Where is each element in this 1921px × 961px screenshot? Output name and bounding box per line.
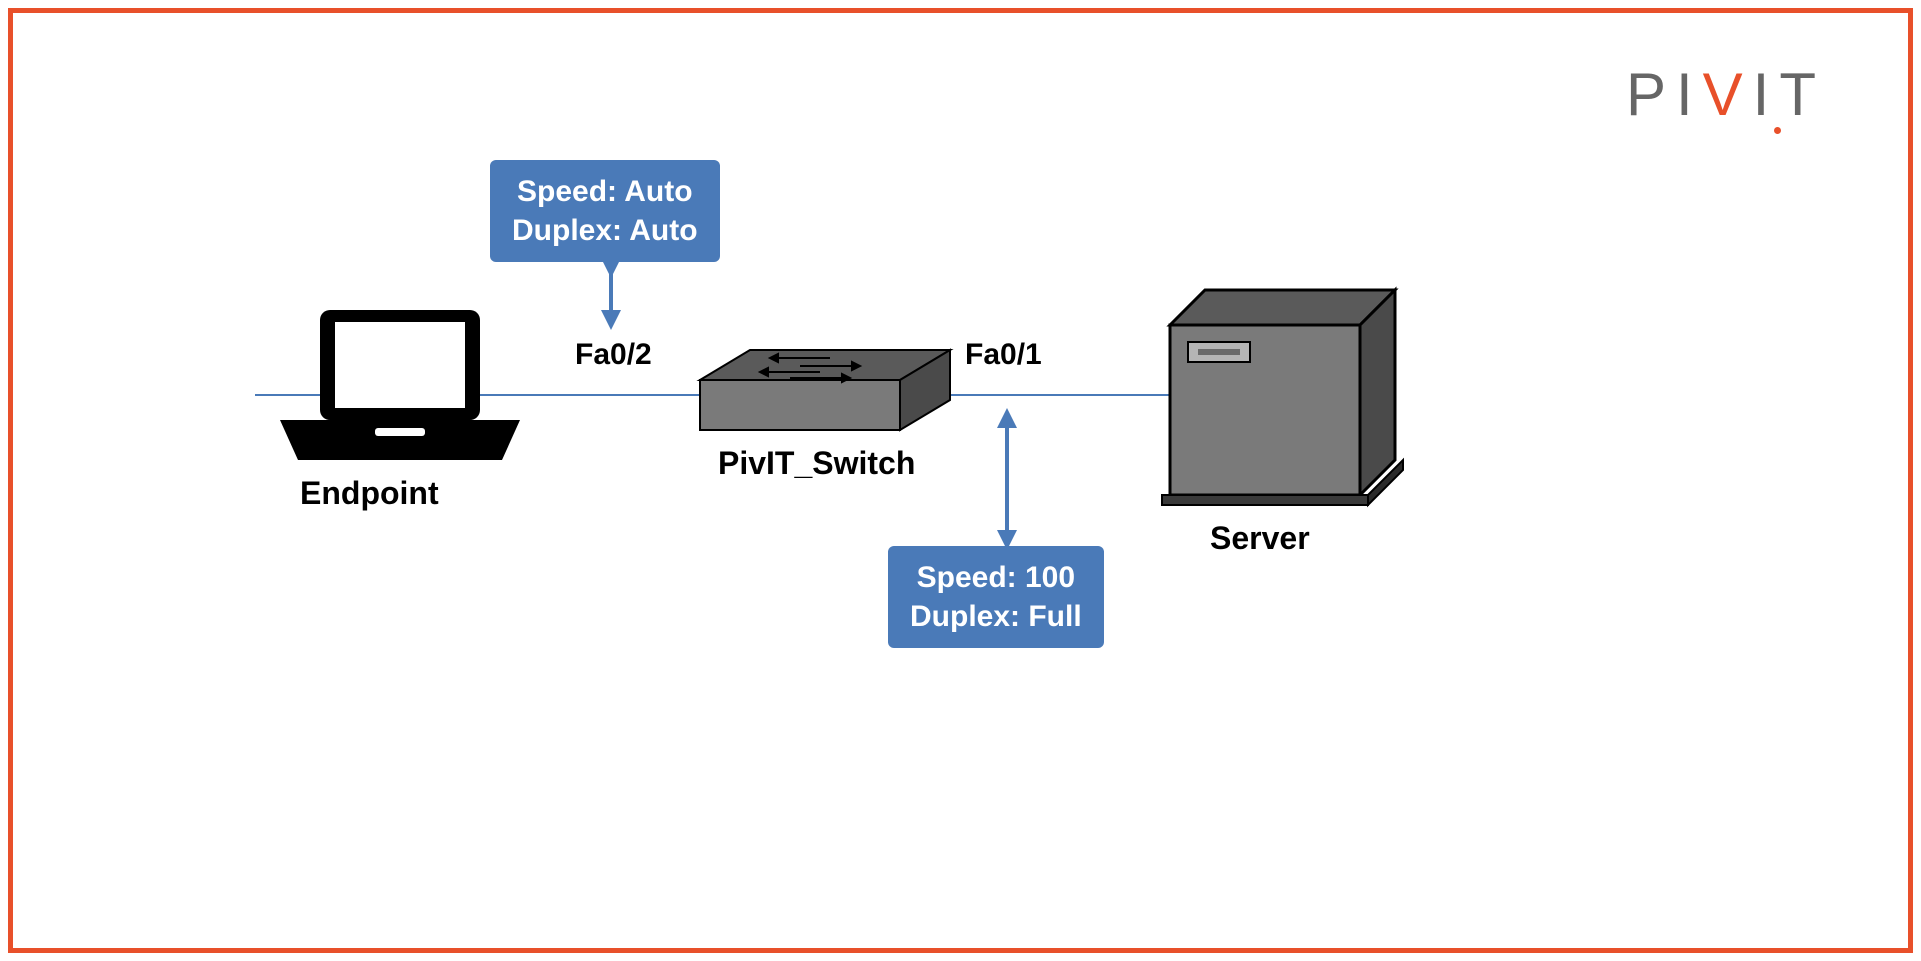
callout-duplex-line: Duplex: Full xyxy=(910,597,1082,636)
callout-speed-line: Speed: Auto xyxy=(512,172,698,211)
network-diagram xyxy=(0,0,1921,961)
callout-fa02-config: Speed: Auto Duplex: Auto xyxy=(490,160,720,262)
switch-icon xyxy=(700,350,950,430)
callout-top-arrow xyxy=(601,258,621,330)
callout-speed-line: Speed: 100 xyxy=(910,558,1082,597)
port-label-fa02: Fa0/2 xyxy=(575,338,652,372)
endpoint-label: Endpoint xyxy=(300,475,439,512)
switch-label: PivIT_Switch xyxy=(718,445,915,482)
server-label: Server xyxy=(1210,520,1310,557)
port-label-fa01: Fa0/1 xyxy=(965,338,1042,372)
laptop-icon xyxy=(280,310,520,460)
callout-duplex-line: Duplex: Auto xyxy=(512,211,698,250)
callout-bottom-arrow xyxy=(997,408,1017,550)
server-icon xyxy=(1162,290,1403,505)
callout-fa01-config: Speed: 100 Duplex: Full xyxy=(888,546,1104,648)
